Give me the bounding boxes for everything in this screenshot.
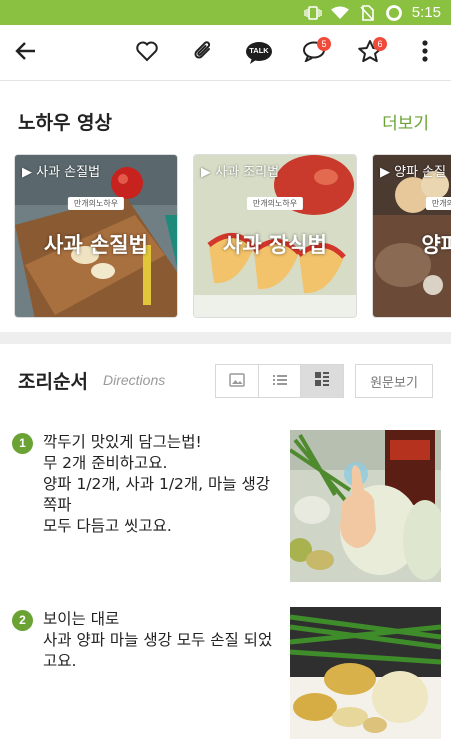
brand-ribbon: 만개의노하우 xyxy=(246,197,304,210)
grid-list-icon xyxy=(314,371,330,391)
star-count-badge: 6 xyxy=(373,37,387,51)
directions-subtitle: Directions xyxy=(103,372,166,388)
list-icon xyxy=(272,372,288,391)
video-tag: ▶ 사과 손질법 xyxy=(22,165,101,180)
like-button[interactable] xyxy=(127,33,167,73)
brand-ribbon: 만개의노하우 xyxy=(425,197,451,210)
step-image xyxy=(290,607,441,739)
more-link[interactable]: 더보기 xyxy=(382,109,429,134)
video-tag: ▶ 양파 손질 xyxy=(380,165,447,180)
talk-label: TALK xyxy=(249,46,269,55)
step-photo[interactable] xyxy=(290,607,441,739)
video-carousel[interactable]: ▶ 사과 손질법 만개의노하우 사과 손질법 ▶ 사과 조리법 만개의노하우 사… xyxy=(14,154,451,318)
directions-header: 조리순서 Directions 원문보기 xyxy=(0,344,451,414)
knowhow-video-section: 노하우 영상 더보기 ▶ 사과 손질법 만개의노하우 사과 손질법 ▶ 사과 조… xyxy=(0,82,451,332)
section-divider xyxy=(0,332,451,344)
step-image xyxy=(290,430,441,582)
step-photo[interactable] xyxy=(290,430,441,582)
video-title: 사과 손질법 xyxy=(44,233,148,257)
favorite-button[interactable]: 6 xyxy=(350,33,390,73)
wifi-icon xyxy=(330,4,349,22)
video-card[interactable]: ▶ 사과 조리법 만개의노하우 사과 장식법 xyxy=(193,154,357,318)
back-button[interactable] xyxy=(6,33,46,73)
video-card[interactable]: ▶ 사과 손질법 만개의노하우 사과 손질법 xyxy=(14,154,178,318)
talk-bubble-icon: TALK xyxy=(245,41,273,65)
direction-step: 1 깍두기 맛있게 담그는법! 무 2개 준비하고요. 양파 1/2개, 사과 … xyxy=(0,430,451,585)
view-mode-toggle xyxy=(215,364,344,398)
heart-icon xyxy=(135,40,159,66)
battery-saver-icon xyxy=(385,4,403,22)
clock: 5:15 xyxy=(411,4,441,21)
brand-ribbon: 만개의노하우 xyxy=(67,197,125,210)
image-icon xyxy=(229,372,245,391)
more-options-button[interactable] xyxy=(405,33,445,73)
grid-view-button[interactable] xyxy=(301,365,344,397)
app-bar: TALK 5 6 xyxy=(0,25,451,81)
direction-step: 2 보이는 대로 사과 양파 마늘 생강 모두 손질 되었고요. xyxy=(0,607,451,739)
kakaotalk-share-button[interactable]: TALK xyxy=(239,33,279,73)
list-view-button[interactable] xyxy=(259,365,302,397)
comment-count-badge: 5 xyxy=(317,37,331,51)
directions-title: 조리순서 xyxy=(18,371,88,393)
step-number: 1 xyxy=(12,433,33,454)
no-sim-icon xyxy=(358,4,376,22)
video-title: 양파 손 xyxy=(421,233,451,257)
video-tag: ▶ 사과 조리법 xyxy=(201,165,280,180)
paperclip-icon xyxy=(192,39,214,67)
step-text: 보이는 대로 사과 양파 마늘 생강 모두 손질 되었고요. xyxy=(43,610,273,670)
view-original-button[interactable]: 원문보기 xyxy=(355,364,433,398)
step-number: 2 xyxy=(12,610,33,631)
vibrate-icon xyxy=(304,4,322,22)
status-bar: 5:15 xyxy=(0,0,451,25)
back-arrow-icon xyxy=(15,41,37,65)
video-card[interactable]: ▶ 양파 손질 만개의노하우 양파 손 xyxy=(372,154,451,318)
comments-button[interactable]: 5 xyxy=(294,33,334,73)
step-text: 깍두기 맛있게 담그는법! 무 2개 준비하고요. 양파 1/2개, 사과 1/… xyxy=(43,433,270,535)
overflow-menu-icon xyxy=(422,40,428,66)
photo-view-button[interactable] xyxy=(216,365,259,397)
attach-button[interactable] xyxy=(183,33,223,73)
section-title: 노하우 영상 xyxy=(18,112,113,134)
video-title: 사과 장식법 xyxy=(223,233,327,257)
